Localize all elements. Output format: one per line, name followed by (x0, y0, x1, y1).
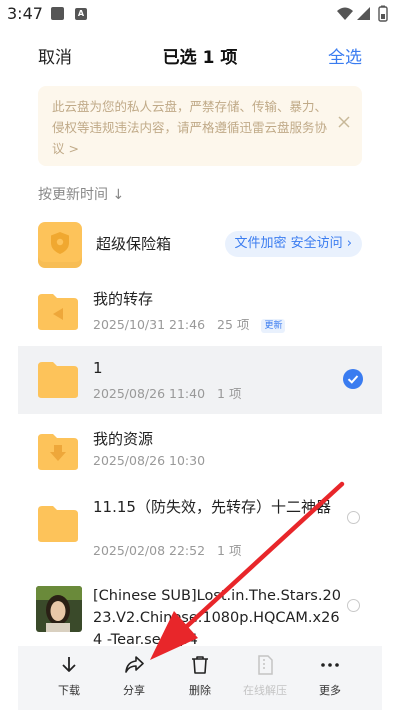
file-meta: 2025/10/31 21:46 25 项更新 (93, 314, 297, 333)
vault-icon (38, 222, 82, 268)
update-badge: 更新 (261, 319, 286, 333)
video-thumbnail (36, 586, 82, 632)
file-row[interactable]: 我的资源 2025/08/26 10:30 (18, 420, 382, 482)
vault-label: 超级保险箱 (96, 235, 172, 253)
file-date: 2025/02/08 22:52 (93, 543, 206, 558)
vault-encrypt-button[interactable]: 文件加密 安全访问 › (224, 231, 362, 257)
file-count: 25 项 (217, 317, 250, 332)
more-icon (321, 663, 339, 667)
more-label: 更多 (319, 684, 341, 697)
file-name: 11.15（防失效，先转存）十二神器 (93, 498, 331, 516)
download-icon (62, 657, 76, 672)
close-icon[interactable] (336, 114, 352, 130)
signal-icon (357, 7, 370, 20)
file-meta: 2025/08/26 10:30 (93, 453, 217, 468)
wifi-icon (337, 7, 353, 20)
file-date: 2025/08/26 10:30 (93, 453, 206, 468)
file-meta: 2025/08/26 11:40 1 项 (93, 383, 253, 402)
share-button[interactable]: 分享 (104, 654, 164, 698)
file-date: 2025/10/31 21:46 (93, 317, 206, 332)
folder-icon (38, 506, 78, 542)
online-unzip-label: 在线解压 (243, 684, 287, 697)
file-name: [Chinese SUB]Lost.in.The.Stars.2023.V2.C… (93, 588, 341, 648)
bottom-toolbar: 下载 分享 删除 在线解压 更多 (18, 646, 382, 710)
status-time: 3:47 (7, 4, 43, 23)
share-icon (125, 656, 144, 673)
file-row[interactable]: 我的转存 2025/10/31 21:46 25 项更新 (18, 282, 382, 342)
zip-icon (258, 655, 273, 675)
checkbox-checked-icon[interactable] (343, 369, 363, 389)
share-label: 分享 (123, 684, 145, 697)
file-row[interactable]: [Chinese SUB]Lost.in.The.Stars.2023.V2.C… (18, 580, 382, 648)
checkbox-unchecked[interactable] (347, 599, 360, 612)
notification-icon (51, 7, 64, 20)
file-count: 1 项 (217, 386, 242, 401)
file-row[interactable]: 11.15（防失效，先转存）十二神器 2025/02/08 22:52 1 项 (18, 492, 382, 560)
delete-label: 删除 (189, 684, 211, 697)
selection-header: 已选 1 项 取消 全选 (0, 34, 400, 74)
status-bar: 3:47 A (0, 0, 400, 28)
sort-toggle[interactable]: 按更新时间 ↓ (38, 184, 124, 204)
checkbox-unchecked[interactable] (347, 511, 360, 524)
download-button[interactable]: 下载 (39, 654, 99, 698)
status-icons (337, 5, 388, 22)
notice-banner[interactable]: 此云盘为您的私人云盘，严禁存储、传输、暴力、侵权等违规违法内容，请严格遵循迅雷云… (38, 86, 362, 166)
file-name: 我的转存 (93, 290, 154, 308)
file-name: 1 (93, 359, 103, 377)
file-count: 1 项 (217, 543, 242, 558)
file-name: 我的资源 (93, 430, 154, 448)
notice-text[interactable]: 此云盘为您的私人云盘，严禁存储、传输、暴力、侵权等违规违法内容，请严格遵循迅雷云… (52, 96, 332, 159)
folder-transfer-icon (38, 294, 78, 330)
folder-icon (38, 362, 78, 398)
more-button[interactable]: 更多 (300, 654, 360, 698)
vault-row[interactable]: 超级保险箱 文件加密 安全访问 › (38, 222, 362, 272)
cancel-button[interactable]: 取消 (38, 43, 72, 68)
trash-icon (192, 656, 208, 674)
file-row-selected[interactable]: 1 2025/08/26 11:40 1 项 (18, 346, 382, 414)
select-all-button[interactable]: 全选 (328, 43, 362, 68)
online-unzip-button[interactable]: 在线解压 (235, 654, 295, 698)
file-meta: 2025/02/08 22:52 1 项 (93, 540, 253, 559)
download-label: 下载 (58, 684, 80, 697)
folder-download-icon (38, 434, 78, 470)
notification-badge-icon: A (75, 8, 87, 20)
delete-button[interactable]: 删除 (170, 654, 230, 698)
file-date: 2025/08/26 11:40 (93, 386, 206, 401)
